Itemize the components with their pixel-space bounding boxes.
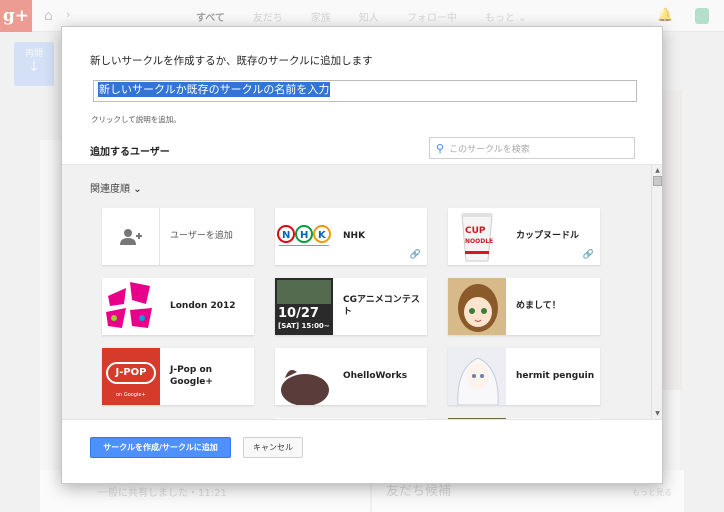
svg-text:K: K [318,230,327,241]
person-card-ohelloworks[interactable]: OhelloWorks [275,348,427,405]
cupnoodle-avatar: CUP NOODLE [448,208,506,265]
card-name: CGアニメコンテスト [343,295,420,317]
person-card-memashite[interactable]: めまして！ [448,278,600,335]
card-name: J-Pop on Google+ [170,365,213,387]
cgac-image [277,280,331,304]
person-card-hermit-penguin[interactable]: hermit penguin [448,348,600,405]
sort-dropdown[interactable]: 関連度順 ⌄ [90,180,142,195]
scroll-up-arrow-icon[interactable]: ▲ [653,166,662,175]
people-list: 関連度順 ⌄ ユーザーを追加 N H K NHK 🔗 CUP NOODLE カッ… [62,165,662,419]
chevron-down-icon: ⌄ [133,184,142,195]
hermit-penguin-avatar [448,348,506,405]
jpop-avatar: J-POP on Google+ [102,348,160,405]
circle-search-placeholder: このサークルを検索 [449,144,530,155]
svg-text:H: H [300,230,308,241]
circle-name-input-text: 新しいサークルか既存のサークルの名前を入力 [98,82,331,97]
scroll-down-arrow-icon[interactable]: ▼ [653,409,662,418]
search-icon: ⚲ [436,141,445,155]
svg-text:N: N [282,230,290,241]
london2012-avatar [102,278,160,335]
card-name: hermit penguin [516,370,595,381]
nhk-avatar: N H K [275,208,333,265]
create-circle-button[interactable]: サークルを作成/サークルに追加 [90,437,231,458]
sort-dropdown-label: 関連度順 [90,184,130,195]
tab-people-to-add[interactable]: 追加するユーザー [90,143,170,166]
list-scrollbar[interactable]: ▲ ▼ [651,165,662,419]
add-person-icon [102,208,160,265]
cgac-time: [SAT] 15:00~ [278,322,330,330]
svg-text:CUP: CUP [465,226,486,236]
person-card-cgac[interactable]: 10/27 [SAT] 15:00~ CGアニメコンテスト [275,278,427,335]
card-name: めまして！ [516,300,561,311]
scroll-thumb[interactable] [653,176,662,186]
person-card-london2012[interactable]: London 2012 [102,278,254,335]
cgac-date: 10/27 [278,306,319,321]
anime-girl-avatar [448,278,506,335]
svg-text:NOODLE: NOODLE [465,238,493,245]
card-name: ユーザーを追加 [170,230,233,241]
dialog-title: 新しいサークルを作成するか、既存のサークルに追加します [90,55,373,67]
circle-search-input[interactable]: ⚲ このサークルを検索 [429,137,635,159]
card-name: OhelloWorks [343,370,408,381]
add-people-card[interactable]: ユーザーを追加 [102,208,254,265]
link-icon: 🔗 [409,250,421,260]
circle-name-input[interactable]: 新しいサークルか既存のサークルの名前を入力 [93,80,637,102]
add-description-link[interactable]: クリックして説明を追加。 [91,114,181,125]
card-name: London 2012 [170,300,236,311]
cancel-button[interactable]: キャンセル [243,437,303,458]
ohelloworks-avatar [275,348,333,405]
person-card-nhk[interactable]: N H K NHK 🔗 [275,208,427,265]
jpop-logo: J-POP [106,362,156,384]
jpop-subtext: on Google+ [116,392,146,398]
footer-divider [62,419,662,420]
circle-dialog: 新しいサークルを作成するか、既存のサークルに追加します 新しいサークルか既存のサ… [61,26,663,484]
person-card-jpop[interactable]: J-POP on Google+ J-Pop on Google+ [102,348,254,405]
cgac-avatar: 10/27 [SAT] 15:00~ [275,278,333,335]
link-icon: 🔗 [582,250,594,260]
person-card-cupnoodle[interactable]: CUP NOODLE カップヌードル 🔗 [448,208,600,265]
